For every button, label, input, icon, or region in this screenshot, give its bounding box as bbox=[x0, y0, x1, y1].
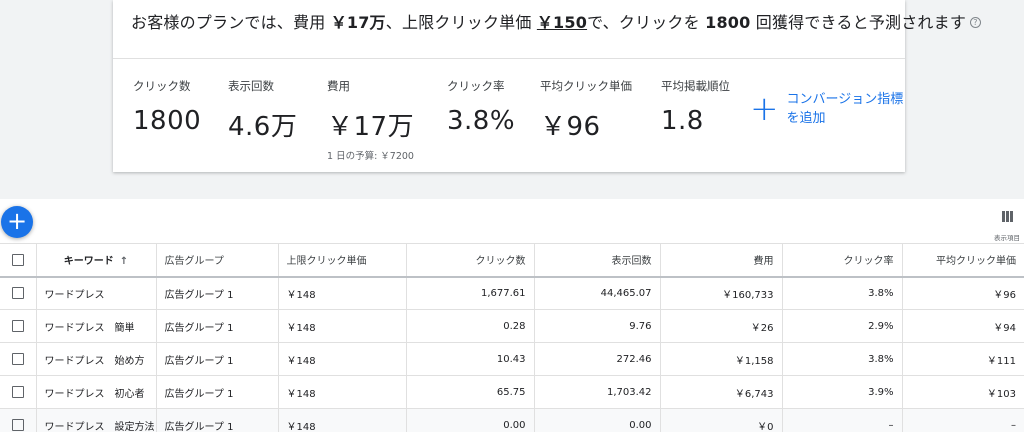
metric-label: 平均掲載順位 bbox=[661, 79, 730, 93]
table-row: ワードプレス 広告グループ 1 ￥148 1,677.61 44,465.07 … bbox=[0, 276, 1024, 310]
headline-cost: ￥17万 bbox=[330, 13, 386, 32]
divider bbox=[113, 58, 905, 59]
ctr-cell: 2.9% bbox=[781, 309, 902, 343]
ctr-cell: 3.9% bbox=[781, 375, 902, 409]
metric-value: ￥17万 bbox=[327, 112, 415, 142]
clicks-cell: 10.43 bbox=[405, 342, 534, 376]
metric-label: 平均クリック単価 bbox=[540, 79, 632, 93]
column-header-keyword[interactable]: キーワード ↑ bbox=[35, 243, 156, 278]
headline-text: 回獲得できると予測されます bbox=[750, 13, 967, 32]
ad-group-cell[interactable]: 広告グループ 1 bbox=[155, 309, 278, 343]
daily-budget: 1 日の予算: ￥7200 bbox=[327, 151, 414, 162]
clicks-cell: 0.28 bbox=[405, 309, 534, 343]
cost-cell: ￥1,158 bbox=[659, 342, 782, 376]
column-header-avg-cpc[interactable]: 平均クリック単価 bbox=[901, 243, 1024, 278]
metric-avg-position: 平均掲載順位 1.8 bbox=[661, 78, 730, 136]
keyword-cell[interactable]: ワードプレス 簡単 bbox=[35, 309, 156, 343]
help-icon[interactable]: ? bbox=[970, 17, 982, 28]
ad-group-cell[interactable]: 広告グループ 1 bbox=[155, 276, 278, 310]
table-row: ワードプレス 簡単 広告グループ 1 ￥148 0.28 9.76 ￥26 2.… bbox=[0, 309, 1024, 343]
add-keyword-button[interactable]: + bbox=[1, 206, 33, 238]
clicks-cell: 65.75 bbox=[405, 375, 534, 409]
row-checkbox[interactable] bbox=[0, 375, 36, 409]
row-checkbox[interactable] bbox=[0, 309, 36, 343]
column-header-max-cpc[interactable]: 上限クリック単価 bbox=[277, 243, 406, 278]
max-cpc-cell[interactable]: ￥148 bbox=[277, 375, 406, 409]
ctr-cell: – bbox=[781, 408, 902, 432]
column-header-cost[interactable]: 費用 bbox=[659, 243, 782, 278]
table-row: ワードプレス 始め方 広告グループ 1 ￥148 10.43 272.46 ￥1… bbox=[0, 342, 1024, 376]
metric-clicks: クリック数 1800 bbox=[133, 78, 201, 136]
metric-cost: 費用 ￥17万 1 日の予算: ￥7200 bbox=[327, 78, 414, 162]
impressions-cell: 9.76 bbox=[533, 309, 660, 343]
headline-clicks: 1800 bbox=[705, 13, 751, 32]
avg-cpc-cell: ￥111 bbox=[901, 342, 1024, 376]
add-conversion-metric-button[interactable]: + コンバージョン指標を追加 bbox=[750, 90, 907, 128]
metric-label: クリック率 bbox=[447, 79, 505, 93]
table-row: ワードプレス 設定方法 広告グループ 1 ￥148 0.00 0.00 ￥0 –… bbox=[0, 408, 1024, 432]
keyword-cell[interactable]: ワードプレス 初心者 bbox=[35, 375, 156, 409]
max-cpc-cell[interactable]: ￥148 bbox=[277, 342, 406, 376]
add-conversion-label: コンバージョン指標を追加 bbox=[786, 92, 904, 126]
keyword-table: キーワード ↑ 広告グループ 上限クリック単価 クリック数 表示回数 費用 クリッ… bbox=[0, 243, 1024, 432]
avg-cpc-cell: – bbox=[901, 408, 1024, 432]
column-header-impressions[interactable]: 表示回数 bbox=[533, 243, 660, 278]
max-cpc-cell[interactable]: ￥148 bbox=[277, 309, 406, 343]
headline-text: 、上限クリック単価 bbox=[385, 13, 537, 32]
columns-label: 表示項目 bbox=[994, 234, 1020, 242]
avg-cpc-cell: ￥103 bbox=[901, 375, 1024, 409]
cost-cell: ￥26 bbox=[659, 309, 782, 343]
ctr-cell: 3.8% bbox=[781, 342, 902, 376]
column-header-clicks[interactable]: クリック数 bbox=[405, 243, 534, 278]
ad-group-cell[interactable]: 広告グループ 1 bbox=[155, 342, 278, 376]
metric-value: 4.6万 bbox=[228, 112, 298, 142]
select-all-checkbox[interactable] bbox=[0, 243, 36, 278]
max-cpc-cell[interactable]: ￥148 bbox=[277, 408, 406, 432]
headline-max-cpc-link[interactable]: ￥150 bbox=[537, 13, 587, 32]
clicks-cell: 1,677.61 bbox=[405, 276, 534, 310]
max-cpc-cell[interactable]: ￥148 bbox=[277, 276, 406, 310]
headline-text: で、クリックを bbox=[587, 13, 706, 32]
sort-ascending-icon[interactable]: ↑ bbox=[120, 256, 128, 267]
metric-value: ￥96 bbox=[540, 112, 601, 142]
metric-impressions: 表示回数 4.6万 bbox=[228, 78, 297, 143]
forecast-headline: お客様のプランでは、費用 ￥17万、上限クリック単価 ￥150で、クリックを 1… bbox=[131, 9, 982, 33]
keyword-cell[interactable]: ワードプレス bbox=[35, 276, 156, 310]
ad-group-cell[interactable]: 広告グループ 1 bbox=[155, 375, 278, 409]
impressions-cell: 44,465.07 bbox=[533, 276, 660, 310]
metric-ctr: クリック率 3.8% bbox=[447, 78, 515, 136]
metric-value: 3.8% bbox=[447, 106, 516, 136]
table-header-row: キーワード ↑ 広告グループ 上限クリック単価 クリック数 表示回数 費用 クリッ… bbox=[0, 243, 1024, 278]
ad-group-cell[interactable]: 広告グループ 1 bbox=[155, 408, 278, 432]
headline-text: お客様のプランでは、費用 bbox=[131, 13, 331, 32]
keyword-cell[interactable]: ワードプレス 設定方法 bbox=[35, 408, 156, 432]
table-row: ワードプレス 初心者 広告グループ 1 ￥148 65.75 1,703.42 … bbox=[0, 375, 1024, 409]
columns-button[interactable]: 表示項目 bbox=[991, 207, 1023, 242]
column-header-ctr[interactable]: クリック率 bbox=[781, 243, 902, 278]
metric-value: 1800 bbox=[133, 106, 202, 136]
columns-icon bbox=[1001, 211, 1013, 222]
cost-cell: ￥160,733 bbox=[659, 276, 782, 310]
avg-cpc-cell: ￥96 bbox=[901, 276, 1024, 310]
metric-label: 費用 bbox=[327, 79, 350, 93]
avg-cpc-cell: ￥94 bbox=[901, 309, 1024, 343]
metric-label: 表示回数 bbox=[228, 79, 274, 93]
impressions-cell: 272.46 bbox=[533, 342, 660, 376]
keyword-cell[interactable]: ワードプレス 始め方 bbox=[35, 342, 156, 376]
row-checkbox[interactable] bbox=[0, 408, 36, 432]
ctr-cell: 3.8% bbox=[781, 276, 902, 310]
impressions-cell: 1,703.42 bbox=[533, 375, 660, 409]
metric-value: 1.8 bbox=[661, 106, 704, 136]
forecast-summary-card: お客様のプランでは、費用 ￥17万、上限クリック単価 ￥150で、クリックを 1… bbox=[113, 0, 982, 172]
plus-icon: + bbox=[750, 89, 779, 129]
column-header-ad-group[interactable]: 広告グループ bbox=[155, 243, 278, 278]
metric-label: クリック数 bbox=[133, 79, 191, 93]
metric-avg-cpc: 平均クリック単価 ￥96 bbox=[540, 78, 632, 143]
row-checkbox[interactable] bbox=[0, 342, 36, 376]
row-checkbox[interactable] bbox=[0, 276, 36, 310]
clicks-cell: 0.00 bbox=[405, 408, 534, 432]
impressions-cell: 0.00 bbox=[533, 408, 660, 432]
cost-cell: ￥6,743 bbox=[659, 375, 782, 409]
cost-cell: ￥0 bbox=[659, 408, 782, 432]
